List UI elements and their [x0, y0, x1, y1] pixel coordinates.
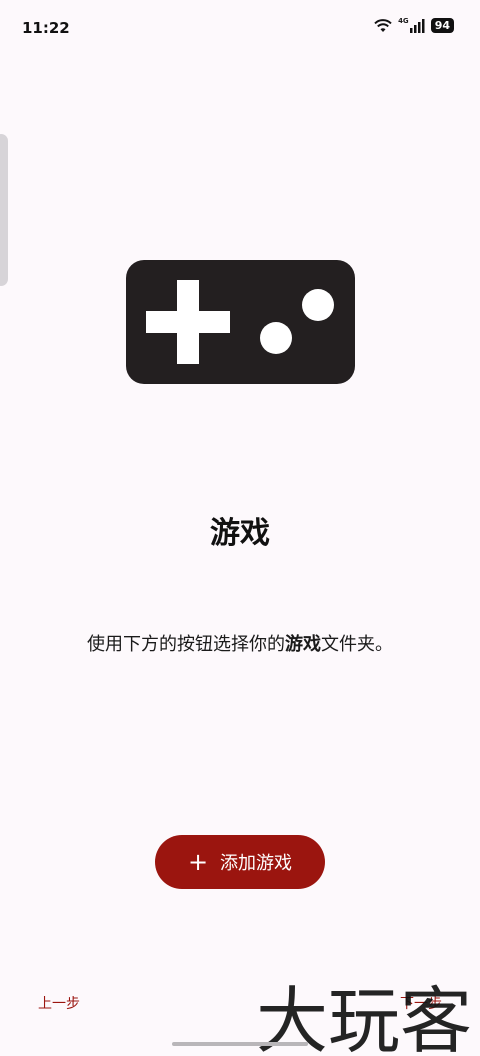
page-description: 使用下方的按钮选择你的游戏文件夹。 — [0, 630, 480, 656]
side-drawer-handle[interactable] — [0, 134, 8, 286]
signal-icon — [409, 18, 425, 33]
page-title: 游戏 — [210, 516, 270, 551]
network-type: 4G — [398, 16, 409, 25]
home-indicator[interactable] — [172, 1042, 308, 1046]
status-time: 11:22 — [22, 19, 70, 37]
status-bar: 11:22 4G 94 — [0, 0, 480, 56]
plus-icon: + — [187, 848, 209, 876]
description-text-end: 文件夹。 — [321, 634, 393, 655]
previous-button[interactable]: 上一步 — [38, 993, 80, 1013]
gamepad-icon — [126, 260, 355, 384]
battery-level: 94 — [430, 18, 454, 33]
description-highlight: 游戏 — [285, 634, 321, 655]
add-game-button[interactable]: + 添加游戏 — [155, 835, 325, 889]
status-icons: 4G 94 — [374, 16, 454, 33]
wifi-icon — [374, 18, 392, 32]
description-text: 使用下方的按钮选择你的 — [87, 634, 285, 655]
add-game-label: 添加游戏 — [220, 853, 293, 874]
